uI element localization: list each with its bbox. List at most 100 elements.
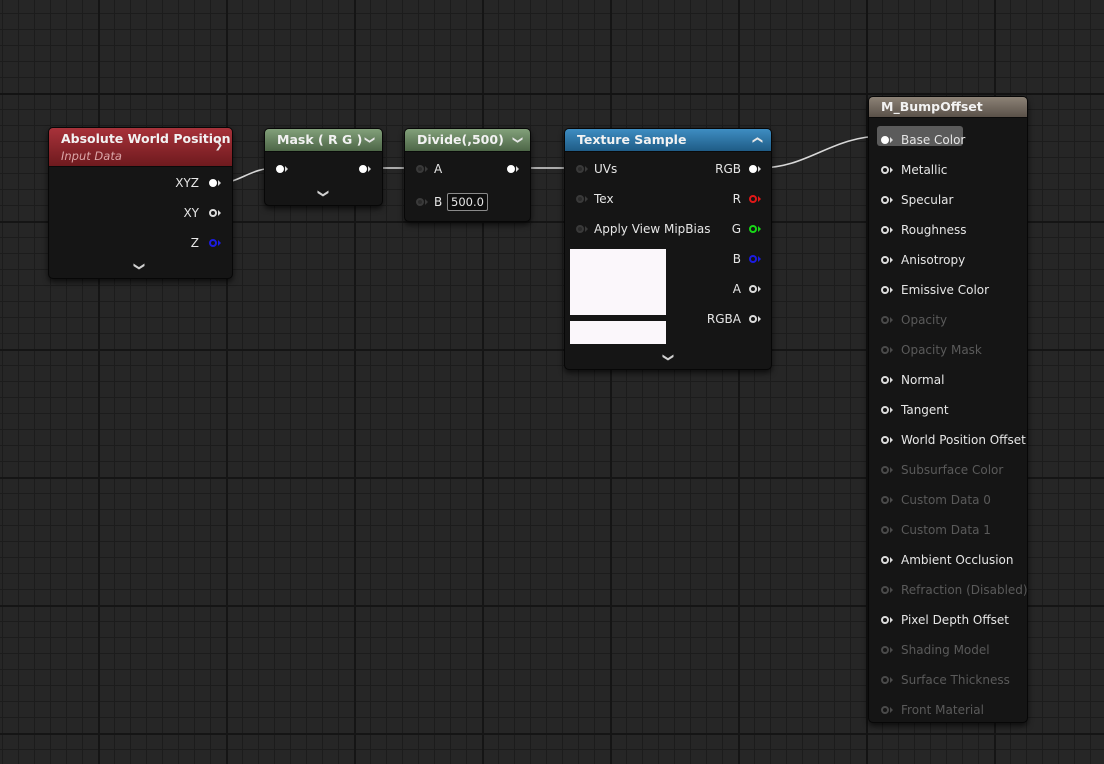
pin-arrow-icon (890, 647, 893, 653)
xyz-pin-icon[interactable] (209, 179, 217, 187)
mask-node[interactable]: Mask ( R G ) ❯ ❯ (264, 128, 383, 206)
output-a: A (732, 282, 741, 296)
input-b-pin-icon[interactable] (416, 198, 424, 206)
material-input-pin-icon[interactable] (881, 616, 889, 624)
output-xy: XY (183, 206, 199, 220)
material-input-label: Custom Data 1 (901, 523, 991, 537)
material-input-pin-icon[interactable] (881, 316, 889, 324)
tex-pin-icon[interactable] (576, 195, 584, 203)
absolute-world-position-node[interactable]: Absolute World Position Input Data ❯ XYZ… (48, 127, 233, 279)
material-input-pin-icon[interactable] (881, 256, 889, 264)
rgba-pin-icon[interactable] (749, 315, 757, 323)
material-input-pin-icon[interactable] (881, 346, 889, 354)
material-result-node[interactable]: M_BumpOffset Base Color Metallic Specular R… (868, 96, 1028, 723)
pin-arrow-icon (758, 226, 761, 232)
b-value-field[interactable]: 500.0 (447, 193, 488, 211)
material-input-pin-icon[interactable] (881, 496, 889, 504)
material-input-pin-icon[interactable] (881, 406, 889, 414)
material-input-label: Refraction (Disabled) (901, 583, 1028, 597)
pin-arrow-icon (425, 199, 428, 205)
material-input-pin-icon[interactable] (881, 136, 889, 144)
chevron-down-icon[interactable]: ❯ (662, 353, 675, 362)
input-uvs: UVs (594, 162, 618, 176)
input-tex: Tex (594, 192, 614, 206)
divide-node[interactable]: Divide(,500) ❯ A B 500.0 (404, 128, 531, 222)
material-input-pin-icon[interactable] (881, 466, 889, 474)
xy-pin-icon[interactable] (209, 209, 217, 217)
node-header[interactable]: Absolute World Position Input Data ❯ (49, 128, 232, 167)
b-pin-icon[interactable] (749, 255, 757, 263)
pin-arrow-icon (890, 617, 893, 623)
texture-sample-node[interactable]: Texture Sample ❯ UVs Tex Apply View MipB… (564, 128, 772, 370)
pin-arrow-icon (890, 317, 893, 323)
g-pin-icon[interactable] (749, 225, 757, 233)
material-input-label: Anisotropy (901, 253, 966, 267)
material-input-pin-icon[interactable] (881, 586, 889, 594)
chevron-up-icon[interactable]: ❯ (747, 136, 769, 144)
pin-arrow-icon (218, 210, 221, 216)
pin-arrow-icon (758, 166, 761, 172)
material-input-label: Subsurface Color (901, 463, 1004, 477)
pin-arrow-icon (516, 166, 519, 172)
material-input-label: Pixel Depth Offset (901, 613, 1009, 627)
node-title: Mask ( R G ) (277, 132, 363, 147)
node-header[interactable]: Divide(,500) ❯ (405, 129, 530, 152)
rgb-pin-icon[interactable] (749, 165, 757, 173)
pin-arrow-icon (890, 137, 893, 143)
pin-arrow-icon (585, 166, 588, 172)
output-rgba: RGBA (706, 312, 741, 326)
material-input-pin-icon[interactable] (881, 286, 889, 294)
pin-arrow-icon (890, 287, 893, 293)
material-input-pin-icon[interactable] (881, 376, 889, 384)
material-input-pin-icon[interactable] (881, 706, 889, 714)
material-input-pin-icon[interactable] (881, 676, 889, 684)
node-header[interactable]: Texture Sample ❯ (565, 129, 771, 152)
material-input-label: Shading Model (901, 643, 990, 657)
material-input-pin-icon[interactable] (881, 526, 889, 534)
node-header[interactable]: M_BumpOffset (869, 97, 1027, 118)
r-pin-icon[interactable] (749, 195, 757, 203)
pin-arrow-icon (890, 197, 893, 203)
input-b-label: B (434, 195, 443, 209)
pin-arrow-icon (890, 557, 893, 563)
chevron-down-icon[interactable]: ❯ (317, 189, 330, 198)
output-pin-icon[interactable] (507, 165, 515, 173)
pin-arrow-icon (585, 196, 588, 202)
pin-arrow-icon (890, 227, 893, 233)
material-input-pin-icon[interactable] (881, 646, 889, 654)
output-g: G (731, 222, 741, 236)
chevron-down-icon[interactable]: ❯ (133, 262, 146, 271)
output-pin-icon[interactable] (359, 165, 367, 173)
mipbias-pin-icon[interactable] (576, 225, 584, 233)
chevron-down-icon[interactable]: ❯ (358, 136, 380, 144)
output-r: R (732, 192, 741, 206)
uvs-pin-icon[interactable] (576, 165, 584, 173)
pin-arrow-icon (890, 377, 893, 383)
pin-arrow-icon (890, 167, 893, 173)
node-subtitle: Input Data (61, 149, 122, 163)
input-pin-icon[interactable] (276, 165, 284, 173)
node-header[interactable]: Mask ( R G ) ❯ (265, 129, 382, 152)
input-a-label: A (434, 162, 443, 176)
node-title: Absolute World Position (61, 131, 231, 146)
material-input-pin-icon[interactable] (881, 196, 889, 204)
pin-arrow-icon (890, 407, 893, 413)
pin-arrow-icon (585, 226, 588, 232)
chevron-down-icon[interactable]: ❯ (506, 136, 528, 144)
pin-arrow-icon (218, 180, 221, 186)
a-pin-icon[interactable] (749, 285, 757, 293)
z-pin-icon[interactable] (209, 239, 217, 247)
material-input-pin-icon[interactable] (881, 166, 889, 174)
pin-arrow-icon (890, 437, 893, 443)
input-a-pin-icon[interactable] (416, 165, 424, 173)
pin-arrow-icon (285, 166, 288, 172)
material-input-pin-icon[interactable] (881, 436, 889, 444)
output-rgb: RGB (715, 162, 741, 176)
wire-rgb-to-basecolor (757, 135, 885, 169)
texture-preview-thumbnail (570, 249, 666, 315)
material-input-pin-icon[interactable] (881, 556, 889, 564)
chevron-down-icon[interactable]: ❯ (215, 136, 223, 156)
material-input-pin-icon[interactable] (881, 226, 889, 234)
material-input-label: Roughness (901, 223, 967, 237)
material-input-label: Tangent (901, 403, 949, 417)
